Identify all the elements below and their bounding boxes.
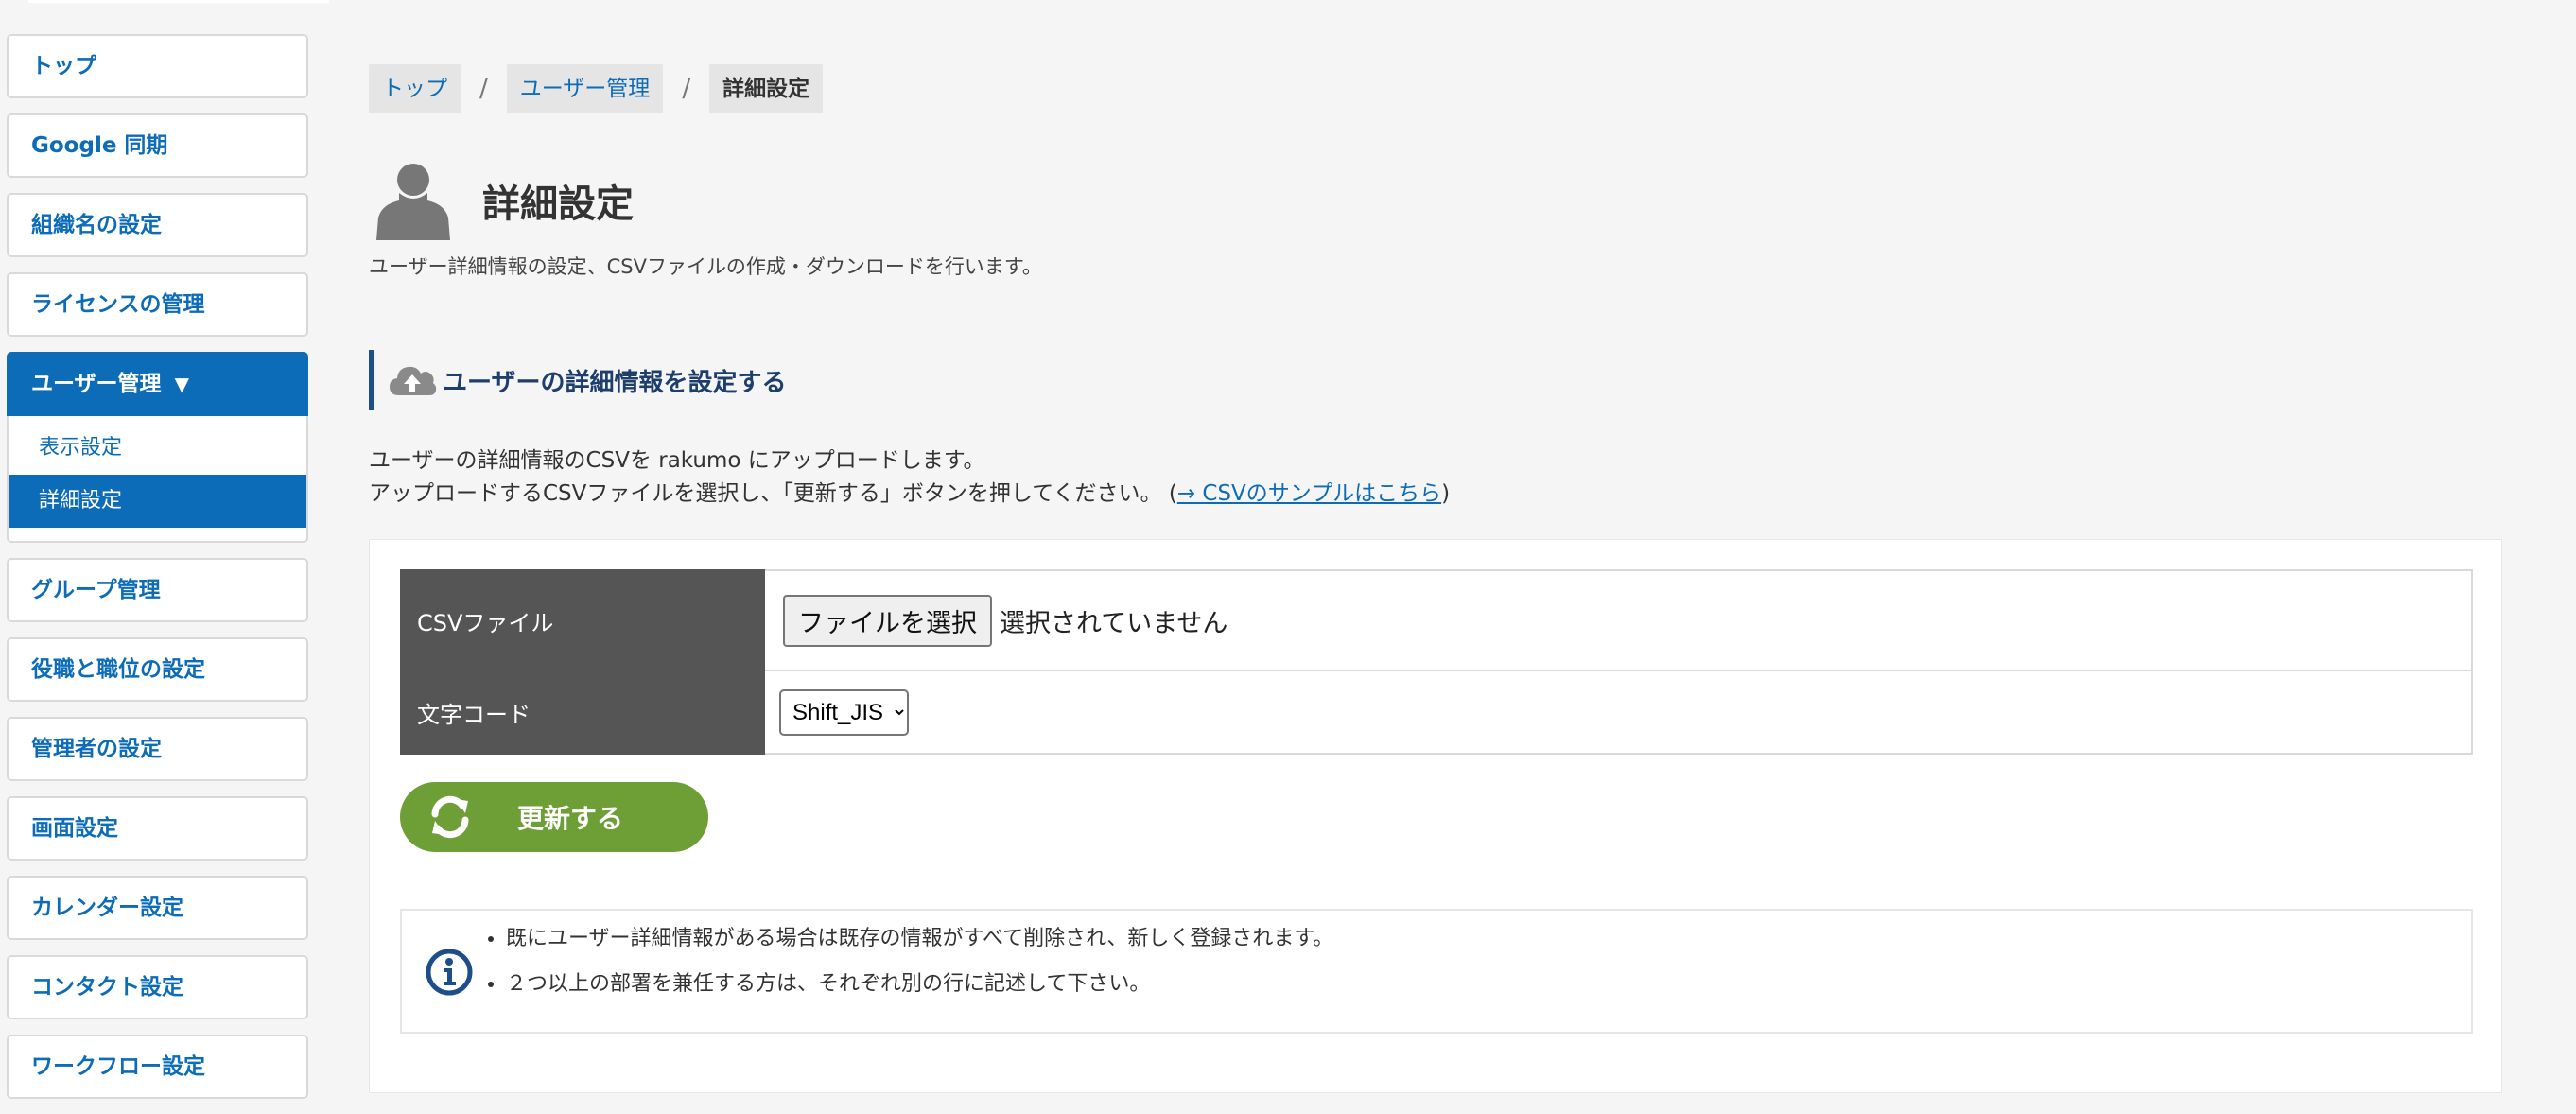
breadcrumb-top[interactable]: トップ	[369, 64, 461, 113]
sidebar-item-org-name[interactable]: 組織名の設定	[7, 193, 308, 257]
csv-file-row: CSVファイル ファイルを選択 選択されていません	[400, 569, 2473, 671]
sidebar-item-label: ユーザー管理	[31, 372, 162, 396]
info-box: 既にユーザー詳細情報がある場合は既存の情報がすべて削除され、新しく登録されます。…	[400, 909, 2473, 1034]
sidebar-item-license[interactable]: ライセンスの管理	[7, 272, 308, 337]
update-button[interactable]: 更新する	[400, 782, 708, 852]
sidebar-item-workflow[interactable]: ワークフロー設定	[7, 1035, 308, 1099]
page-description: ユーザー詳細情報の設定、CSVファイルの作成・ダウンロードを行います。	[369, 255, 1042, 278]
upload-form-table: CSVファイル ファイルを選択 選択されていません 文字コード Shift_JIS	[400, 569, 2473, 755]
encoding-row: 文字コード Shift_JIS	[400, 670, 2473, 755]
intro-line-2-end: )	[1441, 481, 1451, 506]
section-title: ユーザーの詳細情報を設定する	[443, 368, 787, 397]
breadcrumb-current: 詳細設定	[709, 64, 824, 113]
csv-sample-link[interactable]: → CSVのサンプルはこちら	[1177, 481, 1441, 506]
sidebar-item-user-management[interactable]: ユーザー管理 ▼	[7, 352, 308, 416]
intro-line-1: ユーザーの詳細情報のCSVを rakumo にアップロードします。	[369, 448, 985, 473]
info-item: ２つ以上の部署を兼任する方は、それぞれ別の行に記述して下さい。	[506, 962, 1333, 1007]
sidebar-submenu: 表示設定 詳細設定	[7, 416, 308, 543]
info-item: 既にユーザー詳細情報がある場合は既存の情報がすべて削除され、新しく登録されます。	[506, 916, 1333, 962]
encoding-select[interactable]: Shift_JIS	[779, 688, 909, 736]
encoding-cell: Shift_JIS	[763, 670, 2473, 755]
choose-file-button[interactable]: ファイルを選択	[783, 594, 992, 647]
intro-line-2-text: アップロードするCSVファイルを選択し、「更新する」ボタンを押してください。 (	[369, 481, 1177, 506]
encoding-label: 文字コード	[400, 670, 765, 755]
section-heading: ユーザーの詳細情報を設定する	[369, 350, 786, 410]
sidebar-item-google-sync[interactable]: Google 同期	[7, 113, 308, 178]
sidebar-item-contact[interactable]: コンタクト設定	[7, 955, 308, 1019]
person-icon	[376, 163, 450, 240]
top-strip	[28, 0, 329, 3]
page-title: 詳細設定	[482, 182, 634, 226]
sidebar-item-group-management[interactable]: グループ管理	[7, 558, 308, 622]
intro-line-2: アップロードするCSVファイルを選択し、「更新する」ボタンを押してください。 (…	[369, 478, 1450, 511]
page-header: 詳細設定	[376, 148, 634, 253]
sidebar-item-top[interactable]: トップ	[7, 34, 308, 98]
csv-file-cell: ファイルを選択 選択されていません	[763, 569, 2473, 671]
sidebar-item-roles[interactable]: 役職と職位の設定	[7, 637, 308, 702]
info-list: 既にユーザー詳細情報がある場合は既存の情報がすべて削除され、新しく登録されます。…	[461, 916, 1333, 1007]
cloud-upload-icon	[390, 366, 437, 395]
breadcrumb: トップ / ユーザー管理 / 詳細設定	[369, 64, 824, 113]
breadcrumb-user-management[interactable]: ユーザー管理	[506, 64, 664, 113]
caret-down-icon: ▼	[174, 373, 189, 395]
intro-text: ユーザーの詳細情報のCSVを rakumo にアップロードします。 アップロード…	[369, 444, 1450, 511]
file-status-text: 選択されていません	[1000, 608, 1228, 638]
csv-file-label: CSVファイル	[400, 569, 765, 671]
sidebar: トップ Google 同期 組織名の設定 ライセンスの管理 ユーザー管理 ▼ 表…	[7, 34, 308, 1114]
breadcrumb-separator: /	[682, 75, 691, 103]
sidebar-item-admins[interactable]: 管理者の設定	[7, 717, 308, 781]
upload-panel: CSVファイル ファイルを選択 選択されていません 文字コード Shift_JIS…	[369, 539, 2502, 1093]
sidebar-subitem-display-settings[interactable]: 表示設定	[9, 422, 306, 475]
update-button-label: 更新する	[517, 803, 624, 834]
sidebar-item-screen[interactable]: 画面設定	[7, 796, 308, 861]
refresh-icon	[431, 795, 469, 839]
sidebar-subitem-detail-settings[interactable]: 詳細設定	[9, 475, 306, 528]
breadcrumb-separator: /	[479, 75, 488, 103]
sidebar-item-calendar[interactable]: カレンダー設定	[7, 876, 308, 940]
